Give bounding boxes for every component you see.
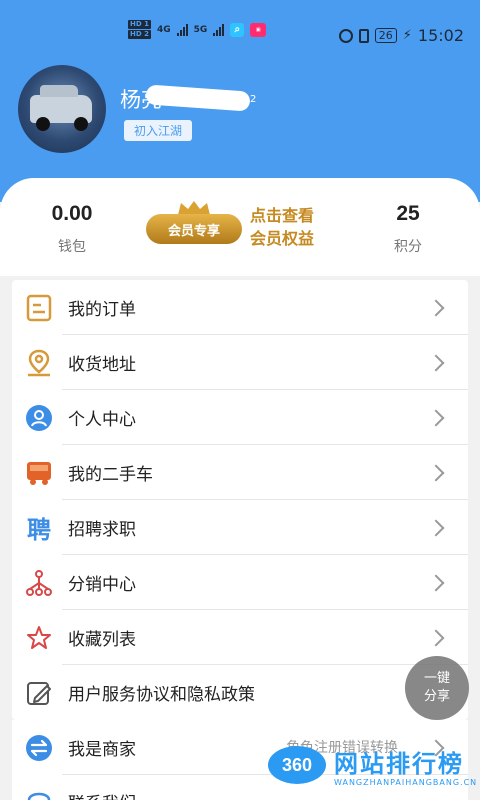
menu-list: 我的订单 收货地址 个人中心 我的二手车 聘 招聘求职 分销中心 收藏列表 用户…: [12, 280, 468, 720]
watermark-sub: WANGZHANPAIHANGBANG.CN: [334, 778, 478, 787]
chevron-right-icon: [427, 409, 445, 426]
vip-banner[interactable]: 会员专享 点击查看 会员权益: [146, 200, 340, 256]
menu-item-label: 收藏列表: [68, 630, 136, 650]
clock-time: 15:02: [417, 26, 464, 45]
signal1-icon: [176, 23, 188, 36]
menu-item-label: 我的订单: [68, 300, 136, 320]
wallet-label: 钱包: [58, 239, 86, 255]
charging-icon: ⚡: [402, 28, 412, 43]
distribution-icon: [24, 568, 54, 598]
network1-label: 4G: [156, 24, 171, 35]
battery-level: 26: [374, 28, 397, 43]
menu-item-label: 我的二手车: [68, 465, 153, 485]
location-icon: [24, 348, 54, 378]
status-left: HD 1 HD 2 4G 5G ⌕ ▣: [128, 20, 267, 39]
vip-text: 点击查看 会员权益: [250, 204, 340, 250]
chevron-right-icon: [427, 519, 445, 536]
hd2-indicator: HD 2: [128, 30, 151, 39]
share-button[interactable]: 一键 分享: [405, 656, 469, 720]
menu-item-recruit[interactable]: 聘 招聘求职: [12, 500, 468, 555]
chevron-right-icon: [427, 299, 445, 316]
points-stat[interactable]: 25 积分: [376, 202, 440, 256]
chevron-right-icon: [427, 629, 445, 646]
chevron-right-icon: [427, 464, 445, 481]
share-line2: 分享: [423, 689, 450, 704]
menu-item-label: 招聘求职: [68, 520, 136, 540]
menu-item-orders[interactable]: 我的订单: [12, 280, 468, 335]
wallet-stat[interactable]: 0.00 钱包: [38, 202, 106, 256]
level-badge: 初入江湖: [124, 120, 193, 141]
network2-label: 5G: [193, 24, 208, 35]
recruit-glyph: 聘: [27, 515, 51, 544]
recruit-icon: 聘: [24, 513, 54, 544]
hd1-indicator: HD 1: [128, 20, 151, 29]
points-label: 积分: [394, 239, 422, 255]
menu-item-personal[interactable]: 个人中心: [12, 390, 468, 445]
menu-item-distribution[interactable]: 分销中心: [12, 555, 468, 610]
share-line1: 一键: [423, 671, 450, 686]
menu-item-address[interactable]: 收货地址: [12, 335, 468, 390]
switch-icon: [24, 733, 54, 763]
star-icon: [24, 623, 54, 653]
edit-icon: [24, 678, 54, 708]
avatar[interactable]: [18, 65, 106, 153]
app-notification-icon: ▣: [250, 22, 267, 37]
username-suffix: 2: [250, 94, 257, 105]
menu-item-used-car[interactable]: 我的二手车: [12, 445, 468, 500]
vip-badge: 会员专享: [146, 214, 242, 244]
stats-card: 0.00 钱包 会员专享 点击查看 会员权益 25 积分: [0, 178, 480, 276]
menu-item-label: 个人中心: [68, 410, 136, 430]
signal2-icon: [213, 23, 225, 36]
menu-item-agreement[interactable]: 用户服务协议和隐私政策: [12, 665, 468, 720]
menu-item-label: 收货地址: [68, 355, 136, 375]
vip-text-line1: 点击查看: [250, 206, 315, 225]
watermark: 360 网站排行榜 WANGZHANPAIHANGBANG.CN: [268, 740, 480, 800]
menu-item-favorites[interactable]: 收藏列表: [12, 610, 468, 665]
headset-icon: [24, 783, 54, 800]
truck-icon: [24, 458, 54, 488]
status-bar: HD 1 HD 2 4G 5G ⌕ ▣ 26 ⚡ 15:02: [0, 0, 480, 52]
alarm-icon: [338, 28, 353, 43]
wallet-value: 0.00: [51, 202, 93, 225]
person-icon: [24, 403, 54, 433]
vibrate-icon: [358, 28, 369, 43]
watermark-logo: 360: [268, 746, 326, 784]
menu-item-label: 分销中心: [68, 575, 136, 595]
status-right: 26 ⚡ 15:02: [338, 26, 464, 45]
chevron-right-icon: [427, 354, 445, 371]
vip-text-line2: 会员权益: [250, 229, 315, 248]
search-app-icon: ⌕: [230, 22, 245, 37]
points-value: 25: [396, 202, 420, 225]
order-icon: [24, 293, 54, 323]
chevron-right-icon: [427, 574, 445, 591]
watermark-title: 网站排行榜: [334, 750, 464, 778]
